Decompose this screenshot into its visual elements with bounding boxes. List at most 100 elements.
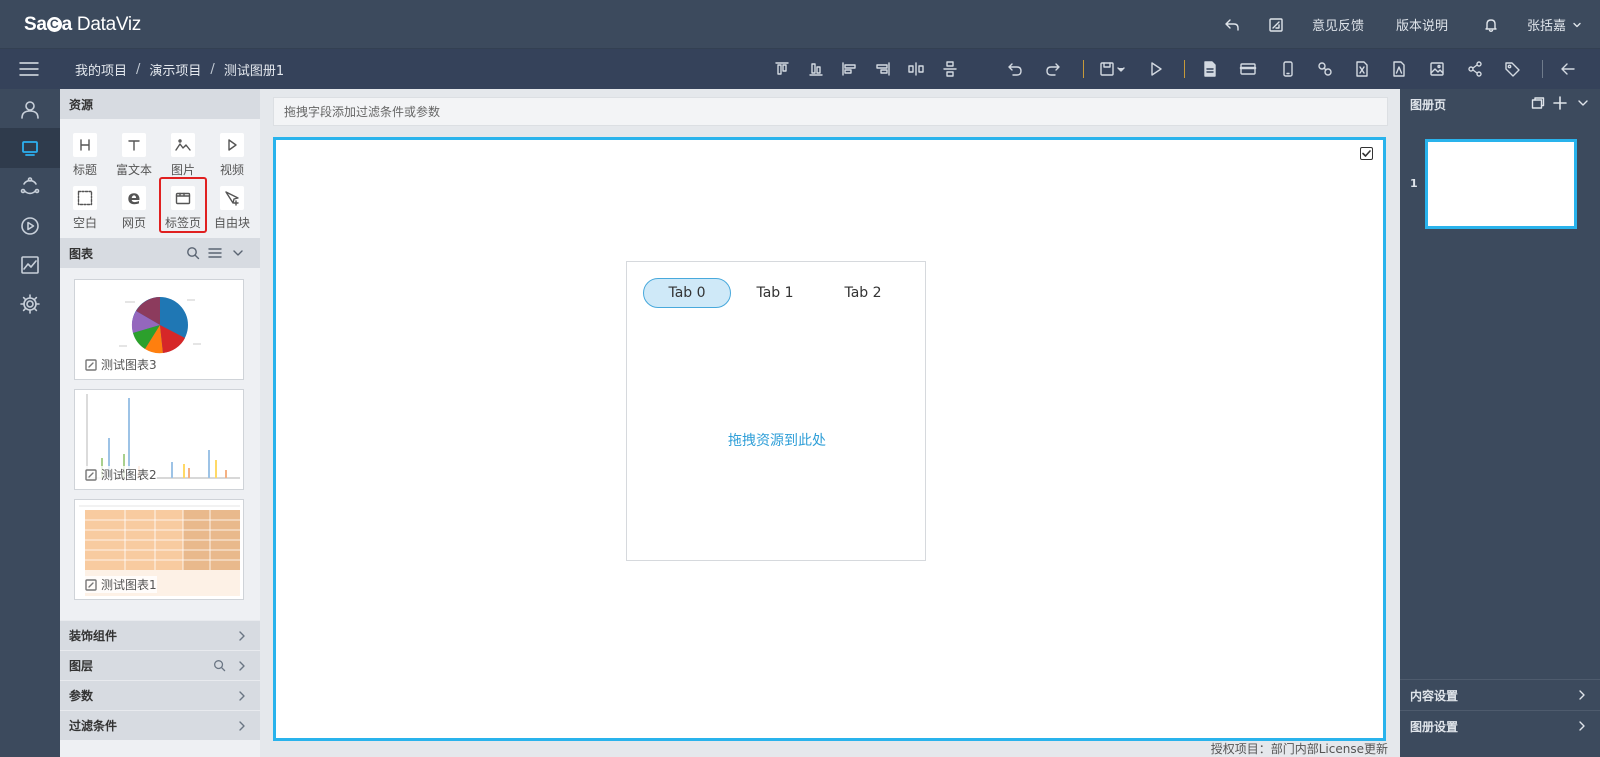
settings-icon[interactable] <box>0 284 60 324</box>
tab-2[interactable]: Tab 2 <box>819 278 907 308</box>
cycle-icon[interactable] <box>0 167 60 207</box>
chart-card-label: 测试图表2 <box>85 466 157 483</box>
user-icon[interactable] <box>0 89 60 129</box>
resource-rich-text[interactable]: 富文本 <box>112 130 156 182</box>
edit-icon[interactable] <box>85 358 97 371</box>
align-left-icon[interactable] <box>839 59 859 79</box>
play-icon[interactable] <box>1146 59 1166 79</box>
search-icon[interactable] <box>213 659 226 672</box>
app-logo[interactable]: Sa Ca DataViz <box>24 14 141 36</box>
undo-icon[interactable] <box>1005 59 1025 79</box>
resource-blank[interactable]: 空白 <box>63 183 107 235</box>
export-image-icon[interactable] <box>1427 59 1447 79</box>
align-right-icon[interactable] <box>873 59 893 79</box>
reply-icon[interactable] <box>1223 0 1241 49</box>
list-icon[interactable] <box>208 246 222 260</box>
section-label: 图层 <box>69 659 94 673</box>
chevron-down-icon[interactable] <box>232 247 244 259</box>
menu-icon[interactable] <box>18 59 40 79</box>
chevron-down-icon[interactable] <box>1576 96 1590 110</box>
mobile-icon[interactable] <box>1278 59 1298 79</box>
resource-label: 视频 <box>219 163 244 177</box>
redo-icon[interactable] <box>1043 59 1063 79</box>
export-pdf-icon[interactable] <box>1389 59 1409 79</box>
chevron-right-icon <box>236 690 248 702</box>
edit-icon[interactable] <box>85 468 97 481</box>
content-settings-label: 内容设置 <box>1410 688 1459 703</box>
breadcrumb-my-projects[interactable]: 我的项目 <box>75 60 127 79</box>
album-settings-row[interactable]: 图册设置 <box>1400 710 1600 741</box>
chevron-right-icon <box>236 720 248 732</box>
tab-0[interactable]: Tab 0 <box>643 278 731 308</box>
duplicate-page-icon[interactable] <box>1531 96 1545 110</box>
tab-1[interactable]: Tab 1 <box>731 278 819 308</box>
resource-label: 网页 <box>121 216 146 230</box>
version-notes-link[interactable]: 版本说明 <box>1396 0 1448 49</box>
chevron-right-icon <box>236 660 248 672</box>
license-notice: 授权项目：部门内部License更新 <box>1210 742 1388 756</box>
chevron-right-icon <box>1576 720 1588 732</box>
distribute-horizontal-icon[interactable] <box>906 59 926 79</box>
link-icon[interactable] <box>1315 59 1335 79</box>
save-icon[interactable] <box>1098 59 1128 79</box>
resource-label: 富文本 <box>115 163 152 177</box>
back-arrow-icon[interactable] <box>1558 59 1578 79</box>
toolbar-divider <box>1184 60 1185 78</box>
canvas-area: 拖拽字段添加过滤条件或参数 Tab 0 Tab 1 Tab 2 拖拽资源到此处 … <box>260 89 1400 757</box>
resource-free-block[interactable]: 自由块 <box>210 183 254 235</box>
canvas-checkbox[interactable] <box>1360 147 1373 160</box>
chart-card-title: 测试图表2 <box>101 468 157 482</box>
section-filters[interactable]: 过滤条件 <box>60 710 260 740</box>
album-pages-panel: 图册页 1 内容设置 图册设置 <box>1400 89 1600 757</box>
resource-image[interactable]: 图片 <box>161 130 205 182</box>
share-icon[interactable] <box>1465 59 1485 79</box>
album-pages-title: 图册页 <box>1410 98 1447 112</box>
add-page-icon[interactable] <box>1553 96 1567 110</box>
breadcrumb: 我的项目 / 演示项目 / 测试图册1 <box>75 49 284 89</box>
card-icon[interactable] <box>1238 59 1258 79</box>
chart-card-1[interactable]: 测试图表1 <box>74 499 244 600</box>
resources-panel: 资源 标题 富文本 图片 视频 空白 e 网页 标签页 自由块 图表 测试图表3… <box>60 89 260 757</box>
page-canvas[interactable]: Tab 0 Tab 1 Tab 2 拖拽资源到此处 <box>273 137 1386 741</box>
page-thumbnail[interactable] <box>1425 139 1577 229</box>
chart-card-2[interactable]: 测试图表2 <box>74 389 244 490</box>
section-parameters[interactable]: 参数 <box>60 680 260 710</box>
tab-widget[interactable]: Tab 0 Tab 1 Tab 2 拖拽资源到此处 <box>626 261 926 561</box>
charts-title: 图表 <box>69 246 94 261</box>
edit-square-icon[interactable] <box>1268 0 1284 49</box>
search-icon[interactable] <box>186 246 200 260</box>
free-block-icon <box>220 186 244 210</box>
new-page-icon[interactable] <box>1200 59 1220 79</box>
bell-icon[interactable] <box>1483 0 1499 49</box>
monitor-icon[interactable] <box>0 128 60 168</box>
chart-card-3[interactable]: 测试图表3 <box>74 279 244 380</box>
export-excel-icon[interactable] <box>1352 59 1372 79</box>
chart-line-icon[interactable] <box>0 245 60 285</box>
filter-drop-zone[interactable]: 拖拽字段添加过滤条件或参数 <box>273 97 1388 126</box>
chart-card-label: 测试图表3 <box>85 356 157 373</box>
resource-label: 自由块 <box>213 216 250 230</box>
album-settings-label: 图册设置 <box>1410 719 1459 734</box>
web-icon: e <box>122 186 146 210</box>
align-top-icon[interactable] <box>772 59 792 79</box>
tag-icon[interactable] <box>1502 59 1522 79</box>
resource-video[interactable]: 视频 <box>210 130 254 182</box>
editor-toolbar: 我的项目 / 演示项目 / 测试图册1 <box>0 49 1600 89</box>
resource-heading[interactable]: 标题 <box>63 130 107 182</box>
tab-page-icon <box>171 186 195 210</box>
breadcrumb-current-album: 测试图册1 <box>223 63 285 79</box>
breadcrumb-demo-project[interactable]: 演示项目 <box>149 60 201 79</box>
user-menu[interactable]: 张括嘉 <box>1527 0 1582 49</box>
section-decorations[interactable]: 装饰组件 <box>60 620 260 650</box>
edit-icon[interactable] <box>85 578 97 591</box>
resource-tab-page[interactable]: 标签页 <box>159 177 207 233</box>
feedback-link[interactable]: 意见反馈 <box>1312 0 1364 49</box>
play-circle-icon[interactable] <box>0 206 60 246</box>
align-bottom-icon[interactable] <box>806 59 826 79</box>
section-layers[interactable]: 图层 <box>60 650 260 680</box>
toolbar-divider <box>1542 60 1543 78</box>
chevron-right-icon <box>1576 689 1588 701</box>
content-settings-row[interactable]: 内容设置 <box>1400 679 1600 710</box>
resource-web[interactable]: e 网页 <box>112 183 156 235</box>
distribute-vertical-icon[interactable] <box>940 59 960 79</box>
